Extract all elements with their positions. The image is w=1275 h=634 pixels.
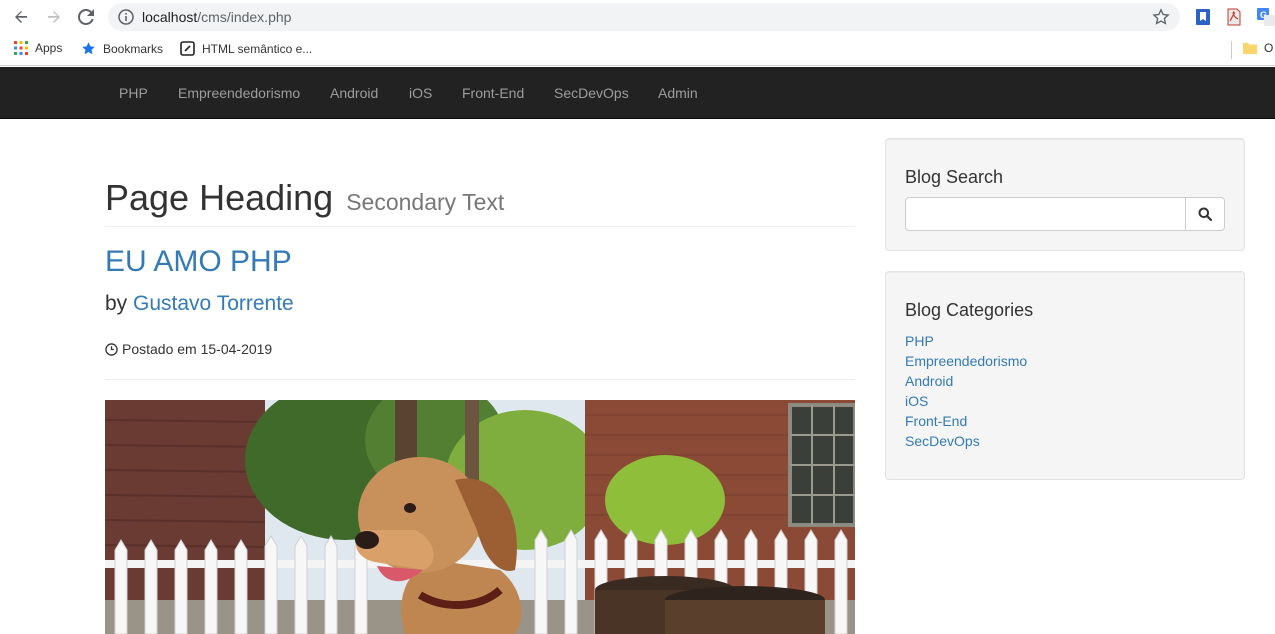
category-link-php[interactable]: PHP (905, 331, 1027, 351)
post-title-link[interactable]: EU AMO PHP (105, 245, 292, 279)
bookmark-other[interactable]: O (1243, 41, 1273, 55)
bookmark-html-semantico[interactable]: HTML semântico e... (180, 41, 312, 56)
page-heading-secondary: Secondary Text (346, 189, 505, 215)
nav-item-android[interactable]: Android (330, 85, 378, 101)
category-link-empreendedorismo[interactable]: Empreendedorismo (905, 351, 1027, 371)
search-icon (1198, 207, 1212, 221)
category-link-ios[interactable]: iOS (905, 391, 1027, 411)
page-heading-text: Page Heading (105, 177, 334, 218)
bookmark-apps-label: Apps (35, 41, 63, 55)
nav-item-secdevops[interactable]: SecDevOps (554, 85, 629, 101)
info-icon[interactable] (118, 9, 134, 30)
page-favicon-icon (180, 41, 195, 56)
post-date-text: Postado em 15-04-2019 (122, 341, 273, 357)
apps-grid-icon (14, 41, 28, 55)
bookmarks-divider (1231, 41, 1232, 59)
nav-item-php[interactable]: PHP (119, 85, 148, 101)
nav-item-front-end[interactable]: Front-End (462, 85, 524, 101)
reload-button[interactable] (74, 5, 98, 29)
category-link-secdevops[interactable]: SecDevOps (905, 431, 1027, 451)
bookmark-bookmarks[interactable]: Bookmarks (81, 41, 163, 56)
blog-search-panel: Blog Search (885, 138, 1245, 251)
arrow-right-icon (48, 11, 60, 23)
clock-icon (105, 342, 118, 356)
author-link[interactable]: Gustavo Torrente (133, 292, 294, 315)
url-text: localhost/cms/index.php (142, 9, 291, 25)
pdf-extension-icon[interactable] (1226, 8, 1244, 26)
divider (105, 379, 855, 380)
page-header: Page Heading Secondary Text (105, 178, 855, 227)
category-link-front-end[interactable]: Front-End (905, 411, 1027, 431)
bookmark-other-label: O (1264, 41, 1274, 55)
blog-search-input[interactable] (905, 197, 1186, 231)
bookmark-star-icon[interactable] (1152, 8, 1170, 31)
browser-toolbar: localhost/cms/index.php G (0, 0, 1275, 34)
nav-item-empreendedorismo[interactable]: Empreendedorismo (178, 85, 300, 101)
nav-item-ios[interactable]: iOS (409, 85, 432, 101)
bookmarks-bar: Apps Bookmarks HTML semântico e... O (0, 34, 1275, 66)
url-path: /cms/index.php (197, 9, 292, 25)
back-button[interactable] (9, 5, 33, 29)
bookmark-apps[interactable]: Apps (14, 41, 62, 55)
post-date: Postado em 15-04-2019 (105, 341, 272, 357)
category-list: PHP Empreendedorismo Android iOS Front-E… (905, 331, 1027, 451)
translate-extension-icon[interactable]: G (1257, 8, 1275, 26)
by-label: by (105, 292, 128, 315)
blog-search-title: Blog Search (905, 167, 1004, 187)
star-icon (82, 42, 95, 55)
bookmark-extension-icon[interactable] (1195, 8, 1213, 26)
blog-categories-title: Blog Categories (905, 300, 1034, 320)
url-host: localhost (142, 9, 198, 25)
blog-categories-panel: Blog Categories PHP Empreendedorismo And… (885, 271, 1245, 480)
folder-icon (1243, 43, 1257, 54)
address-bar[interactable]: localhost/cms/index.php (108, 3, 1180, 31)
post-byline: by Gustavo Torrente (105, 292, 294, 316)
post-image-dog (105, 400, 855, 634)
category-link-android[interactable]: Android (905, 371, 1027, 391)
nav-item-admin[interactable]: Admin (658, 85, 698, 101)
forward-button[interactable] (42, 5, 66, 29)
reload-icon (78, 9, 94, 25)
blog-search-button[interactable] (1185, 197, 1225, 231)
bookmark-bookmarks-label: Bookmarks (103, 41, 164, 56)
site-navbar: PHP Empreendedorismo Android iOS Front-E… (0, 67, 1275, 119)
page-heading: Page Heading Secondary Text (105, 178, 855, 222)
arrow-left-icon (15, 11, 27, 23)
bookmark-html-semantico-label: HTML semântico e... (202, 41, 313, 56)
